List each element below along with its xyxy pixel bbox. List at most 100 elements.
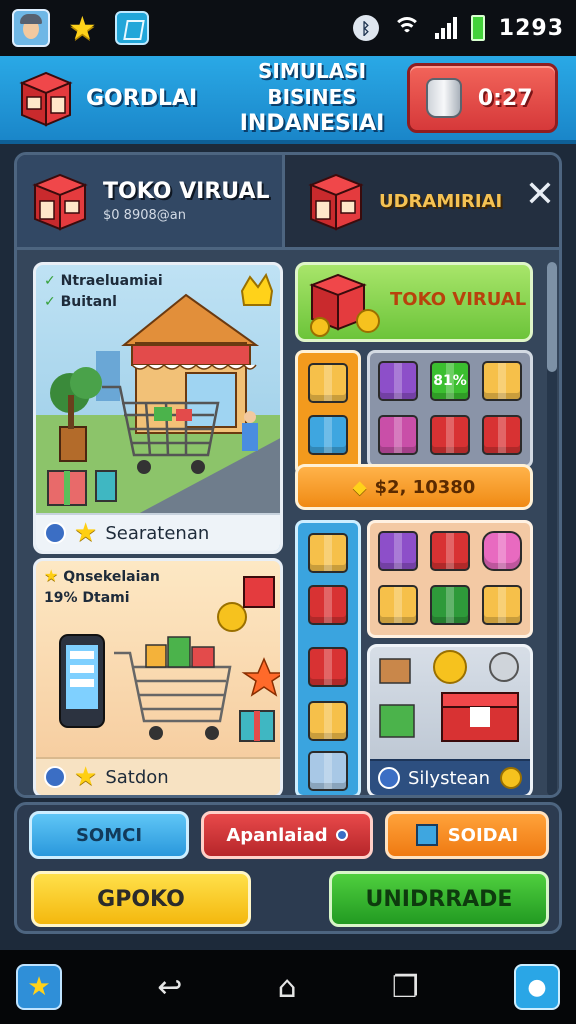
silver-box-icon[interactable] [308, 751, 348, 791]
pink-tag-icon[interactable] [482, 531, 522, 571]
star-icon: ★ [74, 518, 98, 548]
timer-text: 0:27 [477, 85, 533, 111]
somci-button[interactable]: SOMCI [29, 811, 189, 859]
blue-dot-icon [335, 829, 348, 841]
toko-virual-label: TOKO VIRUAL [390, 289, 527, 310]
chat-app-icon[interactable]: ● [513, 964, 560, 1010]
wifi-icon [392, 17, 421, 39]
price-bar[interactable]: ◆ $2, 10380 [295, 464, 533, 510]
price-text: $2, 10380 [374, 476, 476, 498]
tab-title: UDRAMIRIAI [379, 190, 503, 212]
store-card[interactable]: ✓ Ntraeluamiai ✓ Buitanl ★ Searatenan [33, 262, 283, 554]
gpoko-button[interactable]: GPOKO [31, 871, 251, 927]
red-box-icon[interactable] [308, 585, 348, 625]
bluetooth-icon: ᛒ [352, 15, 379, 41]
game-title-line2: INDANESIAI [239, 110, 385, 136]
recents-icon[interactable]: ❐ [392, 970, 419, 1005]
status-bar: ★ ᛒ 1293 [0, 0, 576, 56]
blue-box-icon [415, 824, 438, 846]
star-app-icon[interactable]: ★ [16, 964, 62, 1010]
green-box-icon[interactable] [430, 585, 470, 625]
shopping-tag2: 19% Dtami [44, 590, 130, 606]
apanlaiad-label: Apanlaiad [226, 824, 328, 846]
store-box-icon [31, 171, 89, 231]
shopping-card[interactable]: ★ Qnsekelaian 19% Dtami ★ Satdon [33, 558, 283, 795]
store-card-tags: ✓ Ntraeluamiai ✓ Buitanl [44, 271, 163, 313]
timer-icon [425, 78, 462, 118]
blue-box-icon[interactable] [308, 415, 348, 455]
shopping-footer-label: Satdon [105, 766, 169, 788]
main-panel: TOKO VIRUAL $0 8908@an UDRAMIRIAI ✕ ✓ Nt… [14, 152, 562, 798]
system-footer-label: Silystean [408, 767, 491, 789]
store-card-footer: ★ Searatenan [36, 513, 280, 551]
signal-icon [434, 17, 457, 39]
shopping-tag1: Qnsekelaian [63, 569, 160, 585]
gold-box-icon[interactable] [482, 361, 522, 401]
tab-title: TOKO VIRUAL [103, 179, 270, 204]
star-icon: ★ [44, 566, 59, 585]
purple-box-icon[interactable] [378, 531, 418, 571]
android-nav-bar: ★ ↩ ⌂ ❐ ● [0, 950, 576, 1024]
item-grid: 81% [367, 350, 533, 468]
shopping-card-tags: ★ Qnsekelaian 19% Dtami [44, 567, 160, 609]
system-illustration [379, 650, 519, 742]
store-tag2: Buitanl [60, 294, 117, 310]
star-icon: ★ [74, 762, 98, 792]
game-title: SIMULASI BISINES INDANESIAI [217, 58, 407, 139]
orange-column [295, 350, 361, 476]
info-dot-icon [44, 766, 66, 788]
game-logo-icon [18, 69, 74, 127]
gold-coins-icon: ◆ [352, 476, 367, 498]
store-box-icon [307, 171, 365, 231]
gold-box-icon[interactable] [482, 585, 522, 625]
store-tag1: Ntraeluamiai [60, 273, 163, 289]
game-name: GORDLAI [86, 85, 198, 111]
toko-virual-card[interactable]: TOKO VIRUAL [295, 262, 533, 342]
tab-udramiriai[interactable]: UDRAMIRIAI ✕ [285, 155, 559, 247]
shop-content: ✓ Ntraeluamiai ✓ Buitanl ★ Searatenan ★ … [17, 247, 559, 795]
check-icon: ✓ [44, 294, 56, 310]
pink-box-icon[interactable] [378, 415, 418, 455]
game-title-line1: SIMULASI BISINES [257, 58, 367, 109]
timer-button[interactable]: 0:27 [406, 63, 558, 133]
check-icon: ✓ [44, 273, 56, 289]
close-icon[interactable]: ✕ [525, 177, 555, 213]
gold-box-icon[interactable] [378, 585, 418, 625]
red-box-icon[interactable] [430, 415, 470, 455]
system-card-footer: Silystean [370, 759, 530, 795]
upgrade-button[interactable]: UNIDRRADE [329, 871, 549, 927]
info-dot-icon [378, 767, 400, 789]
percent-badge[interactable]: 81% [430, 361, 470, 401]
gold-box-icon[interactable] [308, 701, 348, 741]
red-box-icon[interactable] [430, 531, 470, 571]
gold-box-icon[interactable] [308, 363, 348, 403]
status-time: 1293 [498, 15, 564, 41]
gold-box-icon[interactable] [308, 533, 348, 573]
avatar-icon[interactable] [12, 9, 50, 47]
soidai-button[interactable]: SOIDAI [385, 811, 549, 859]
info-dot-icon [44, 522, 66, 544]
coin-icon [500, 767, 522, 789]
star-icon[interactable]: ★ [68, 12, 97, 44]
red-box-icon[interactable] [482, 415, 522, 455]
system-card[interactable]: Silystean [367, 644, 533, 795]
tab-subtitle: $0 8908@an [103, 208, 186, 223]
scroll-thumb[interactable] [547, 262, 557, 372]
apanlaiad-button[interactable]: Apanlaiad [201, 811, 373, 859]
purple-box-icon[interactable] [378, 361, 418, 401]
red-box-icon[interactable] [308, 647, 348, 687]
action-panel: SOMCI Apanlaiad SOIDAI GPOKO UNIDRRADE [14, 802, 562, 934]
item-grid-2 [367, 520, 533, 638]
scrollbar[interactable] [547, 262, 557, 795]
app-icon[interactable] [114, 11, 149, 45]
home-icon[interactable]: ⌂ [278, 970, 297, 1005]
game-header: GORDLAI SIMULASI BISINES INDANESIAI 0:27 [0, 56, 576, 144]
tab-toko-virual[interactable]: TOKO VIRUAL $0 8908@an [17, 155, 285, 247]
back-icon[interactable]: ↩ [157, 970, 182, 1005]
blue-column [295, 520, 361, 795]
battery-icon [470, 15, 485, 41]
store-box-icon [309, 273, 380, 337]
soidai-label: SOIDAI [447, 824, 519, 846]
shopping-card-footer: ★ Satdon [36, 757, 280, 795]
store-footer-label: Searatenan [105, 522, 210, 544]
